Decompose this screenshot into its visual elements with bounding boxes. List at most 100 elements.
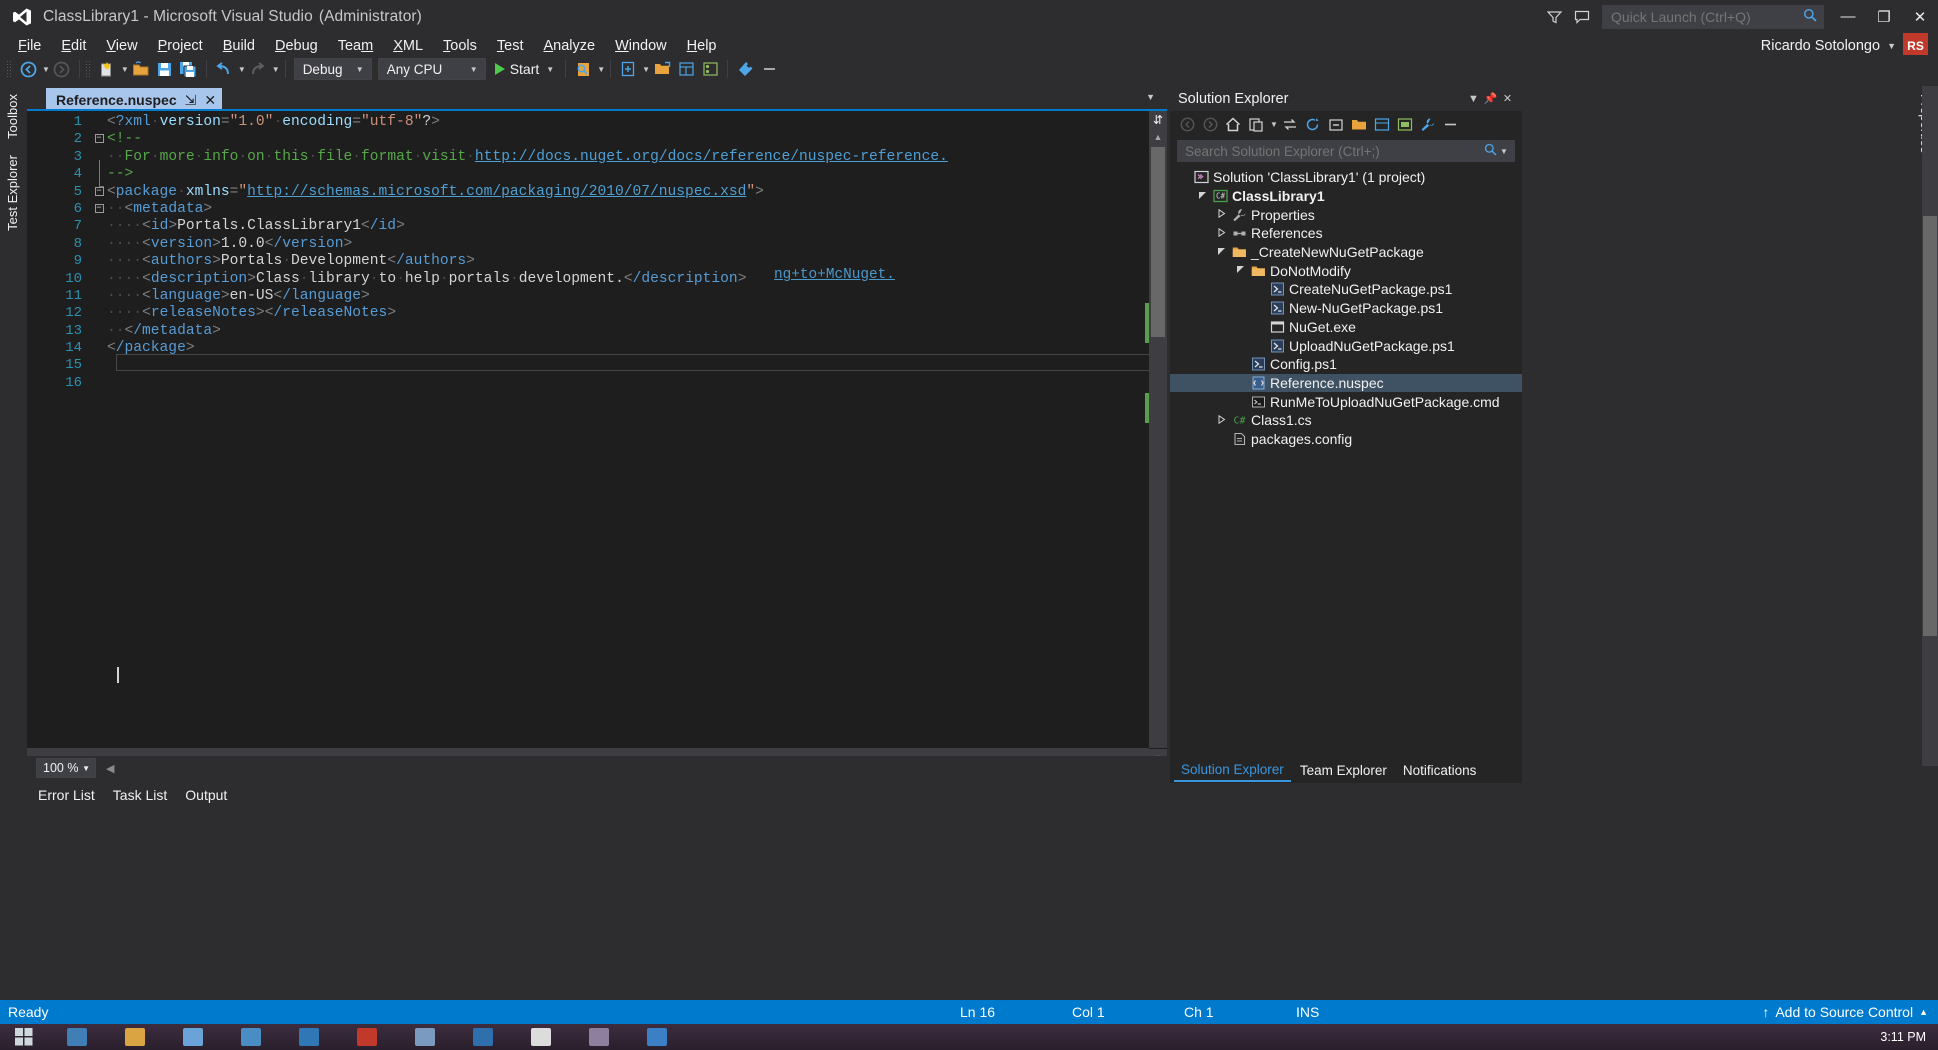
undo-dropdown-icon[interactable]: ▼ <box>238 65 246 74</box>
tree-item[interactable]: Reference.nuspec <box>1170 373 1522 393</box>
tree-item[interactable]: UploadNuGetPackage.ps1 <box>1170 336 1522 355</box>
pending-changes-icon[interactable] <box>1245 114 1267 136</box>
taskbar-app[interactable] <box>339 1024 395 1050</box>
solution-platform-combo[interactable]: Any CPU ▼ <box>377 58 486 80</box>
navigate-forward-button[interactable] <box>50 57 74 81</box>
chevron-down-icon[interactable]: ▼ <box>1887 41 1896 51</box>
taskbar-app[interactable] <box>107 1024 163 1050</box>
taskbar-app[interactable] <box>513 1024 569 1050</box>
save-icon[interactable] <box>153 57 177 81</box>
tree-item[interactable]: C# Class1.cs <box>1170 411 1522 430</box>
search-icon[interactable] <box>1797 8 1823 25</box>
tree-item[interactable]: _CreateNewNuGetPackage <box>1170 243 1522 262</box>
bottom-tab-error-list[interactable]: Error List <box>31 785 102 805</box>
active-files-dropdown-icon[interactable]: ▼ <box>1146 92 1155 102</box>
chevron-down-icon[interactable]: ▼ <box>356 65 364 74</box>
search-icon[interactable] <box>1480 143 1500 159</box>
toolbar-grip-2[interactable] <box>84 60 91 78</box>
close-icon[interactable]: ✕ <box>204 93 216 107</box>
menu-project[interactable]: Project <box>148 35 213 57</box>
expander-collapsed-icon[interactable] <box>1214 414 1229 426</box>
save-all-icon[interactable] <box>177 57 201 81</box>
sync-with-active-document-icon[interactable] <box>1279 114 1301 136</box>
maximize-button[interactable]: ❐ <box>1866 0 1902 33</box>
menu-debug[interactable]: Debug <box>265 35 328 57</box>
fold-collapse-icon[interactable]: − <box>91 202 107 219</box>
editor-splitter-handle[interactable]: ⇵ <box>1149 111 1167 128</box>
menu-team[interactable]: Team <box>328 35 383 57</box>
tree-item[interactable]: CreateNuGetPackage.ps1 <box>1170 280 1522 299</box>
scroll-left-icon[interactable]: ◀ <box>106 762 114 775</box>
expander-expanded-icon[interactable] <box>1195 191 1210 202</box>
menu-file[interactable]: File <box>8 35 51 57</box>
solution-configuration-combo[interactable]: Debug ▼ <box>293 58 372 80</box>
add-to-source-control-button[interactable]: ↑ Add to Source Control ▲ <box>1762 1004 1928 1020</box>
extensions-icon[interactable] <box>733 57 757 81</box>
properties-icon[interactable] <box>1371 114 1393 136</box>
menu-edit[interactable]: Edit <box>51 35 96 57</box>
taskbar-app[interactable] <box>629 1024 685 1050</box>
tree-item[interactable]: Solution 'ClassLibrary1' (1 project) <box>1170 168 1522 187</box>
menu-build[interactable]: Build <box>213 35 265 57</box>
pin-icon[interactable]: ⇲ <box>185 93 197 107</box>
fold-collapse-icon[interactable]: − <box>91 185 107 202</box>
se-tab-team-explorer[interactable]: Team Explorer <box>1293 760 1394 781</box>
show-all-files-icon[interactable] <box>650 57 674 81</box>
undo-icon[interactable] <box>212 57 236 81</box>
taskbar-app[interactable] <box>223 1024 279 1050</box>
toolbar-overflow-icon[interactable]: ▼ <box>597 65 605 74</box>
taskbar-app[interactable] <box>571 1024 627 1050</box>
chevron-down-icon[interactable]: ▼ <box>1270 120 1278 129</box>
rail-tab-test-explorer[interactable]: Test Explorer <box>0 147 25 239</box>
pin-icon[interactable]: 📌 <box>1482 92 1499 105</box>
solution-explorer-search-box[interactable]: ▼ <box>1177 140 1515 162</box>
open-file-icon[interactable] <box>129 57 153 81</box>
expander-collapsed-icon[interactable] <box>1214 209 1229 220</box>
object-browser-icon[interactable] <box>698 57 722 81</box>
back-icon[interactable] <box>1176 114 1198 136</box>
menu-help[interactable]: Help <box>677 35 727 57</box>
navigate-backward-button[interactable] <box>16 57 40 81</box>
redo-icon[interactable] <box>246 57 270 81</box>
toolbar-options-icon[interactable] <box>757 57 781 81</box>
menu-test[interactable]: Test <box>487 35 534 57</box>
filter-icon[interactable] <box>1540 0 1568 33</box>
chevron-down-icon[interactable]: ▼ <box>470 65 478 74</box>
tree-item[interactable]: Properties <box>1170 205 1522 224</box>
close-icon[interactable]: ✕ <box>1499 92 1516 105</box>
tree-item[interactable]: New-NuGetPackage.ps1 <box>1170 299 1522 318</box>
new-item-icon[interactable] <box>616 57 640 81</box>
tree-item[interactable]: DoNotModify <box>1170 261 1522 280</box>
new-project-icon[interactable] <box>95 57 119 81</box>
chevron-down-icon[interactable]: ▼ <box>1500 147 1514 156</box>
chevron-down-icon[interactable]: ▼ <box>82 764 90 773</box>
tree-item[interactable]: RunMeToUploadNuGetPackage.cmd <box>1170 392 1522 411</box>
quick-launch-box[interactable] <box>1602 4 1824 29</box>
bottom-tab-output[interactable]: Output <box>178 785 234 805</box>
tree-item[interactable]: NuGet.exe <box>1170 318 1522 337</box>
taskbar-app[interactable] <box>49 1024 105 1050</box>
new-item-dropdown-icon[interactable]: ▼ <box>642 65 650 74</box>
scrollbar-thumb[interactable] <box>1151 147 1165 337</box>
fold-collapse-icon[interactable]: − <box>91 132 107 149</box>
redo-dropdown-icon[interactable]: ▼ <box>272 65 280 74</box>
navigate-backward-dropdown-icon[interactable]: ▼ <box>42 65 50 74</box>
code-editor[interactable]: 1 <?xml·version="1.0"·encoding="utf-8"?> 2… <box>27 111 1167 766</box>
menu-view[interactable]: View <box>96 35 147 57</box>
scrollbar-thumb[interactable] <box>1923 216 1937 636</box>
feedback-icon[interactable] <box>1568 0 1596 33</box>
home-icon[interactable] <box>1222 114 1244 136</box>
forward-icon[interactable] <box>1199 114 1221 136</box>
tree-item[interactable]: References <box>1170 224 1522 243</box>
window-vertical-scrollbar[interactable] <box>1922 86 1938 766</box>
minimize-button[interactable]: — <box>1830 0 1866 33</box>
se-tab-notifications[interactable]: Notifications <box>1396 760 1484 781</box>
expander-collapsed-icon[interactable] <box>1214 227 1229 239</box>
tab-reference-nuspec[interactable]: Reference.nuspec ⇲ ✕ <box>46 88 223 111</box>
tree-item[interactable]: Config.ps1 <box>1170 355 1522 374</box>
wrench-icon[interactable] <box>1417 114 1439 136</box>
menu-window[interactable]: Window <box>605 35 677 57</box>
menu-tools[interactable]: Tools <box>433 35 487 57</box>
collapse-all-icon[interactable] <box>1325 114 1347 136</box>
bottom-tab-task-list[interactable]: Task List <box>106 785 174 805</box>
